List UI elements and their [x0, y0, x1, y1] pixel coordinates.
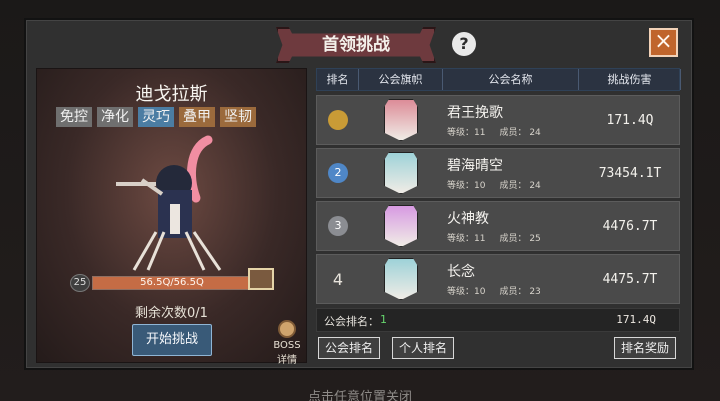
treasure-chest-icon[interactable]: [248, 268, 274, 290]
table-row[interactable]: 4 长念 等级：10 成员： 23 4475.7T: [316, 254, 680, 304]
my-rank-damage: 171.4Q: [616, 313, 656, 326]
header-guild-name: 公会名称: [443, 69, 579, 90]
header-damage: 挑战伤害: [579, 69, 681, 90]
table-header: 排名 公会旗帜 公会名称 挑战伤害: [316, 68, 681, 91]
guild-banner-icon: [384, 99, 418, 141]
blue-medal-icon: 2: [328, 163, 348, 183]
guild-banner-icon: [384, 205, 418, 247]
guild-members: 成员： 24: [499, 128, 541, 138]
guild-rank-tab[interactable]: 公会排名: [318, 337, 381, 359]
guild-damage: 73454.1T: [598, 165, 662, 181]
table-rows: 君王挽歌 等级：11 成员： 24 171.4Q 2 碧海晴空 等级：10 成员： …: [316, 95, 680, 307]
my-rank-value: 1: [380, 313, 387, 326]
boss-hp-bar: 56.5Q/56.5Q: [92, 276, 252, 290]
rank-number: 4: [332, 269, 344, 289]
guild-members: 成员： 23: [499, 287, 541, 297]
boss-name: 迪戈拉斯: [135, 84, 208, 105]
guild-name: 君王挽歌: [447, 105, 503, 121]
start-challenge-button[interactable]: 开始挑战: [132, 324, 212, 356]
guild-damage: 171.4Q: [606, 112, 654, 128]
table-row[interactable]: 君王挽歌 等级：11 成员： 24 171.4Q: [316, 95, 680, 145]
boss-detail-icon: [278, 320, 296, 338]
silver-medal-icon: 3: [328, 216, 348, 236]
guild-level: 等级：10: [447, 287, 486, 297]
boss-tags: 免控 净化 灵巧 叠甲 坚韧: [56, 107, 256, 127]
guild-damage: 4476.7T: [602, 218, 658, 234]
remaining-attempts: 剩余次数0/1: [135, 306, 208, 321]
tag-stack-armor: 叠甲: [179, 107, 215, 127]
boss-level-badge: 25: [70, 274, 90, 292]
close-tip: 点击任意位置关闭: [307, 390, 412, 401]
guild-name: 长念: [447, 264, 475, 280]
guild-name: 碧海晴空: [447, 158, 503, 174]
tag-tough: 坚韧: [220, 107, 256, 127]
tag-purify: 净化: [97, 107, 133, 127]
guild-rank-table: 排名 公会旗帜 公会名称 挑战伤害 君王挽歌 等级：11 成员： 24 171.4…: [316, 68, 681, 330]
tag-agile: 灵巧: [138, 107, 174, 127]
boss-hp-text: 56.5Q/56.5Q: [140, 277, 204, 288]
guild-name: 火神教: [447, 211, 489, 227]
guild-banner-icon: [384, 152, 418, 194]
guild-banner-icon: [384, 258, 418, 300]
guild-level: 等级：10: [447, 181, 486, 191]
header-guild-banner: 公会旗帜: [359, 69, 443, 90]
my-rank-label: 公会排名：: [324, 315, 379, 328]
personal-rank-tab[interactable]: 个人排名: [392, 337, 455, 359]
table-row[interactable]: 2 碧海晴空 等级：10 成员： 24 73454.1T: [316, 148, 680, 198]
close-icon: ×: [654, 29, 673, 54]
close-button[interactable]: ×: [649, 28, 678, 57]
boss-character-icon: [116, 135, 222, 271]
guild-members: 成员： 24: [499, 181, 541, 191]
header-rank: 排名: [317, 69, 359, 90]
boss-detail-top: BOSS: [273, 340, 301, 351]
gold-medal-icon: [328, 110, 348, 130]
boss-detail-button[interactable]: BOSS 详情: [270, 320, 304, 366]
guild-members: 成员： 25: [499, 234, 541, 244]
rank-reward-button[interactable]: 排名奖励: [614, 337, 677, 359]
question-icon[interactable]: ?: [452, 32, 476, 56]
modal-title: 首领挑战: [322, 35, 390, 55]
table-row[interactable]: 3 火神教 等级：11 成员： 25 4476.7T: [316, 201, 680, 251]
guild-level: 等级：11: [447, 234, 486, 244]
boss-detail-bottom: 详情: [277, 355, 297, 366]
tag-immune-control: 免控: [56, 107, 92, 127]
my-guild-rank-bar: 公会排名： 1 171.4Q: [316, 308, 680, 332]
guild-damage: 4475.7T: [602, 271, 658, 287]
guild-level: 等级：11: [447, 128, 486, 138]
